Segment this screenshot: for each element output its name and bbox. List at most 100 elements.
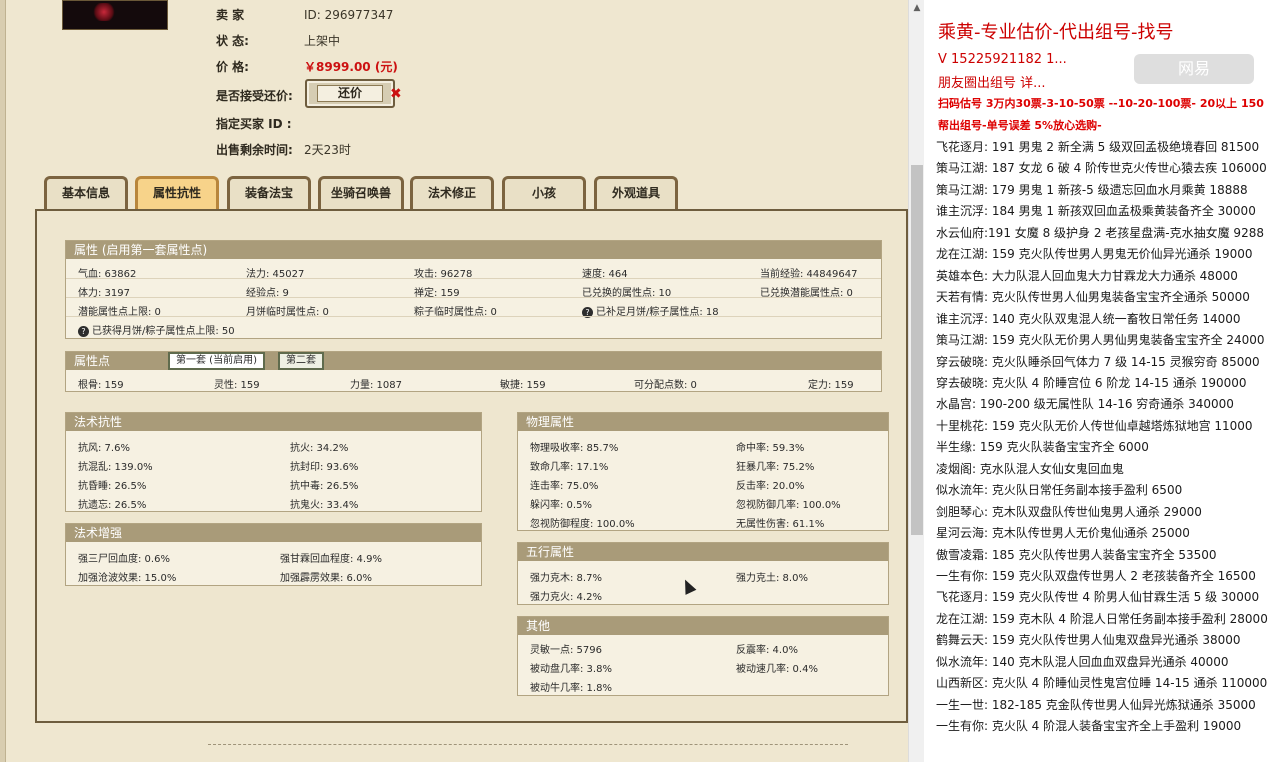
- tab-point-set-2[interactable]: 第二套: [278, 352, 324, 370]
- scrollbar-thumb[interactable]: [911, 165, 923, 535]
- price-row: 价 格: ￥8999.00 (元): [216, 58, 398, 75]
- phys-crit: 致命几率: 17.1%: [530, 462, 609, 473]
- physical-box: 物理属性 物理吸收率: 85.7% 命中率: 59.3% 致命几率: 17.1%…: [517, 412, 889, 531]
- row-divider: [66, 316, 881, 317]
- time-label: 出售剩余时间:: [216, 143, 293, 157]
- resist-sleep: 抗昏睡: 26.5%: [78, 481, 147, 492]
- doc-title: 乘黄-专业估价-代出组号-找号: [938, 22, 1174, 43]
- buyer-label: 指定买家 ID :: [216, 117, 292, 131]
- other-passive-pan: 被动盘几率: 3.8%: [530, 664, 612, 675]
- boost-sanshi: 强三尸回血度: 0.6%: [78, 554, 170, 565]
- resist-poison: 抗中毒: 26.5%: [290, 481, 359, 492]
- tab-children[interactable]: 小孩: [502, 176, 586, 210]
- spell-boost-title: 法术增强: [66, 524, 481, 542]
- account-list-item: 策马江湖: 187 女龙 6 破 4 阶传世克火传世心猿去疾 106000: [936, 161, 1267, 176]
- watermark-logo: 网易: [1134, 54, 1254, 84]
- account-list-item: 飞花逐月: 159 克火队传世 4 阶男人仙甘霖生活 5 级 30000: [936, 590, 1260, 605]
- counter-offer-button[interactable]: 还价: [305, 79, 395, 108]
- help-icon[interactable]: ?: [78, 326, 89, 337]
- elements-title: 五行属性: [518, 543, 888, 561]
- other-title: 其他: [518, 617, 888, 635]
- phys-counter: 反击率: 20.0%: [736, 481, 805, 492]
- phys-frenzy: 狂暴几率: 75.2%: [736, 462, 815, 473]
- account-list-item: 龙在江湖: 159 克火队传世男人男鬼无价仙异光通杀 19000: [936, 247, 1253, 262]
- seller-row: 卖 家 ID: 296977347: [216, 6, 393, 23]
- account-list-item: 山西新区: 克火队 4 阶睡仙灵性鬼宫位睡 14-15 通杀 110000: [936, 676, 1268, 691]
- attributes-box: 属性 (启用第一套属性点) 气血: 63862 法力: 45027 攻击: 96…: [65, 240, 882, 339]
- points-box: 属性点 第一套 (当前启用) 第二套 根骨: 159 灵性: 159 力量: 1…: [65, 351, 882, 392]
- boost-cangbo: 加强沧波效果: 15.0%: [78, 573, 177, 584]
- spell-resist-box: 法术抗性 抗风: 7.6% 抗火: 34.2% 抗混乱: 139.0% 抗封印:…: [65, 412, 482, 512]
- resist-fire: 抗火: 34.2%: [290, 443, 349, 454]
- point-constitution: 根骨: 159: [78, 380, 124, 391]
- account-list-item: 一生有你: 159 克火队双盘传世男人 2 老孩装备齐全 16500: [936, 569, 1256, 583]
- account-list-item: 策马江湖: 179 男鬼 1 新孩-5 级遗忘回血水月乘黄 18888: [936, 182, 1248, 197]
- account-list-item: 水晶宫: 190-200 级无属性队 14-16 穷奇通杀 340000: [936, 397, 1234, 412]
- tab-basic-info[interactable]: 基本信息: [44, 176, 128, 210]
- other-passive-speed: 被动速几率: 0.4%: [736, 664, 818, 675]
- element-earth: 强力克土: 8.0%: [736, 573, 808, 584]
- phys-dodge: 躲闪率: 0.5%: [530, 500, 592, 511]
- page-edge: [0, 0, 6, 762]
- account-list-item: 星河云海: 克木队传世男人无价鬼仙通杀 25000: [936, 526, 1190, 541]
- divider: [208, 744, 848, 745]
- account-list-item: 水云仙府:191 女魔 8 级护身 2 老孩星盘满-克水抽女魔 9288: [936, 225, 1264, 240]
- resist-chaos: 抗混乱: 139.0%: [78, 462, 153, 473]
- account-list-item: 一生一世: 182-185 克金队传世男人仙异光炼狱通杀 35000: [936, 697, 1256, 712]
- price-label: 价 格:: [216, 60, 249, 74]
- account-list-item: 凌烟阁: 克水队混人女仙女鬼回血鬼: [936, 461, 1124, 476]
- document-panel: 乘黄-专业估价-代出组号-找号 V 15225921182 1... 朋友圈出组…: [924, 0, 1280, 762]
- attribute-panel: 属性 (启用第一套属性点) 气血: 63862 法力: 45027 攻击: 96…: [35, 209, 908, 723]
- account-list-item: 策马江湖: 159 克火队无价男人男仙男鬼装备宝宝齐全 24000: [936, 333, 1265, 348]
- game-trade-page: 卖 家 ID: 296977347 状 态: 上架中 价 格: ￥8999.00 (元…: [0, 0, 908, 762]
- physical-title: 物理属性: [518, 413, 888, 431]
- tab-appearance[interactable]: 外观道具: [594, 176, 678, 210]
- status-label: 状 态:: [216, 34, 249, 48]
- buyer-row: 指定买家 ID :: [216, 115, 304, 132]
- item-thumbnail: [62, 0, 168, 30]
- price-value: ￥8999.00 (元): [304, 60, 398, 74]
- point-strength: 力量: 1087: [350, 380, 402, 391]
- boost-pili: 加强霹雳效果: 6.0%: [280, 573, 372, 584]
- point-unallocated: 可分配点数: 0: [634, 380, 697, 391]
- other-box: 其他 灵敏一点: 5796 反震率: 4.0% 被动盘几率: 3.8% 被动速几…: [517, 616, 889, 696]
- resist-ghostfire: 抗鬼火: 33.4%: [290, 500, 359, 511]
- time-value: 2天23时: [304, 143, 351, 157]
- time-row: 出售剩余时间: 2天23时: [216, 141, 351, 158]
- resist-wind: 抗风: 7.6%: [78, 443, 130, 454]
- seller-label: 卖 家: [216, 8, 245, 22]
- character-image: [93, 3, 115, 21]
- spell-boost-box: 法术增强 强三尸回血度: 0.6% 强甘霖回血程度: 4.9% 加强沧波效果: …: [65, 523, 482, 586]
- account-list-item: 龙在江湖: 159 克木队 4 阶混人日常任务副本接手盈利 28000: [936, 611, 1268, 626]
- attributes-title: 属性 (启用第一套属性点): [66, 241, 881, 259]
- account-list-item: 飞花逐月: 191 男鬼 2 新全满 5 级双回孟极绝境春回 81500: [936, 140, 1260, 154]
- other-agility: 灵敏一点: 5796: [530, 645, 602, 656]
- account-list-item: 穿云破晓: 克火队睡杀回气体力 7 级 14-15 灵猴穷奇 85000: [936, 354, 1260, 369]
- doc-line2: 朋友圈出组号 详...: [938, 76, 1046, 91]
- tab-attributes-resist[interactable]: 属性抗性: [135, 176, 219, 210]
- page-scrollbar[interactable]: ▲: [908, 0, 924, 762]
- scroll-up-icon[interactable]: ▲: [909, 0, 925, 16]
- seller-value: ID: 296977347: [304, 8, 394, 22]
- account-list-item: 十里桃花: 159 克火队无价人传世仙卓越塔炼狱地宫 11000: [936, 418, 1253, 433]
- phys-hit: 命中率: 59.3%: [736, 443, 805, 454]
- tab-equipment[interactable]: 装备法宝: [227, 176, 311, 210]
- account-list-item: 半生缘: 159 克火队装备宝宝齐全 6000: [936, 440, 1149, 455]
- account-list-item: 一生有你: 克火队 4 阶混人装备宝宝齐全上手盈利 19000: [936, 719, 1242, 734]
- other-reflect: 反震率: 4.0%: [736, 645, 798, 656]
- stat-points-cap: ? 已获得月饼/粽子属性点上限: 50: [78, 322, 235, 337]
- point-endurance: 定力: 159: [808, 380, 854, 391]
- account-list-item: 谁主沉浮: 140 克火队双鬼混人统一畜牧日常任务 14000: [936, 311, 1241, 326]
- stat-points-cap-text: 已获得月饼/粽子属性点上限: 50: [92, 326, 235, 337]
- tab-point-set-1[interactable]: 第一套 (当前启用): [168, 352, 265, 370]
- close-icon[interactable]: ✖: [390, 86, 402, 102]
- element-fire: 强力克火: 4.2%: [530, 592, 602, 603]
- tab-mounts-summons[interactable]: 坐骑召唤兽: [318, 176, 404, 210]
- point-spirit: 灵性: 159: [214, 380, 260, 391]
- doc-contact: V 15225921182 1...: [938, 52, 1067, 67]
- phys-pure-damage: 无属性伤害: 61.1%: [736, 519, 825, 530]
- doc-accuracy-line: 帮出组号-单号误差 5%放心选购-: [938, 119, 1102, 132]
- tab-spell-mods[interactable]: 法术修正: [410, 176, 494, 210]
- spell-resist-title: 法术抗性: [66, 413, 481, 431]
- status-row: 状 态: 上架中: [216, 32, 340, 49]
